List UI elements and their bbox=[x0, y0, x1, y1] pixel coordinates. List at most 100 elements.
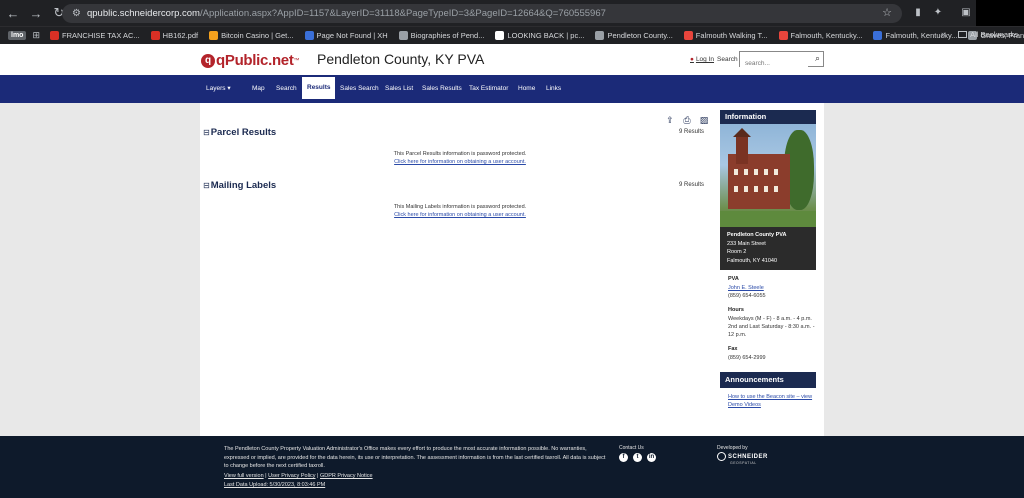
nav-sales-results[interactable]: Sales Results bbox=[422, 75, 462, 103]
bookmark-label: Falmouth Walking T... bbox=[695, 31, 768, 40]
bookmark-item[interactable]: Falmouth Walking T... bbox=[683, 31, 768, 40]
bookmark-lmo[interactable]: lmo bbox=[8, 31, 27, 40]
announcements-heading: Announcements bbox=[720, 372, 816, 388]
parcel-results-count: 9 Results bbox=[679, 129, 705, 135]
address-line: Falmouth, KY 41040 bbox=[727, 257, 778, 264]
parcel-account-link[interactable]: Click here for information on obtaining … bbox=[200, 159, 720, 165]
user-icon: ● bbox=[690, 56, 694, 63]
bookmark-label: HB162.pdf bbox=[162, 31, 199, 40]
mailing-protected-text: This Mailing Labels information is passw… bbox=[393, 204, 527, 210]
bookmark-favicon-icon bbox=[683, 31, 693, 40]
bookmark-favicon-icon bbox=[304, 31, 314, 40]
profile-area bbox=[976, 0, 1024, 26]
office-name: Pendleton County PVA bbox=[727, 232, 787, 238]
bookmark-item[interactable]: Falmouth, Kentucky... bbox=[778, 31, 862, 40]
nav-search[interactable]: Search bbox=[276, 75, 297, 103]
logo-text: qPublic.net bbox=[216, 52, 294, 69]
parcel-results-heading[interactable]: ⊟Parcel Results bbox=[203, 127, 276, 138]
all-bookmarks[interactable]: All Bookmarks bbox=[958, 30, 1018, 39]
bookmark-label: Biographies of Pend... bbox=[410, 31, 485, 40]
bookmark-item[interactable]: LOOKING BACK | pc... bbox=[495, 31, 584, 40]
hours-label: Hours bbox=[728, 307, 744, 313]
extensions-puzzle-icon[interactable]: ✦ bbox=[930, 5, 946, 21]
site-footer: The Pendleton County Property Valuation … bbox=[0, 436, 1024, 498]
search-box: ⌕ bbox=[739, 51, 824, 71]
bookmark-favicon-icon bbox=[595, 31, 605, 40]
bookmark-item[interactable]: Bitcoin Casino | Get... bbox=[209, 31, 294, 40]
qpublic-logo[interactable]: q qPublic.net ™ bbox=[201, 52, 300, 69]
gdpr-link[interactable]: GDPR Privacy Notice bbox=[320, 473, 373, 479]
contact-us-label: Contact Us bbox=[619, 445, 644, 451]
address-bar[interactable]: ⚙ qpublic.schneidercorp.com/Application.… bbox=[62, 4, 902, 23]
address-line: Room 2 bbox=[727, 249, 747, 255]
schneider-sub: GEOSPATIAL bbox=[730, 461, 757, 465]
collapse-icon[interactable]: ⊟ bbox=[203, 181, 210, 190]
window bbox=[744, 186, 748, 192]
linkedin-icon[interactable]: in bbox=[647, 453, 656, 462]
forward-icon[interactable]: → bbox=[26, 3, 46, 23]
bookmark-item[interactable]: Biographies of Pend... bbox=[398, 31, 485, 40]
nav-home[interactable]: Home bbox=[518, 75, 535, 103]
address-line: 233 Main Street bbox=[727, 240, 766, 247]
nav-sales-search[interactable]: Sales Search bbox=[340, 75, 379, 103]
user-privacy-link[interactable]: User Privacy Policy bbox=[268, 473, 315, 479]
site-header: q qPublic.net ™ Pendleton County, KY PVA… bbox=[0, 44, 1024, 75]
schneider-name: SCHNEIDER bbox=[728, 453, 768, 460]
nav-links[interactable]: Links bbox=[546, 75, 561, 103]
view-full-version-link[interactable]: View full version bbox=[224, 473, 264, 479]
apps-grid-icon[interactable]: ⊞ bbox=[32, 30, 40, 41]
sidepanel-icon[interactable]: ▣ bbox=[958, 5, 974, 21]
last-upload[interactable]: Last Data Upload: 5/30/2023, 8:03:46 PM bbox=[224, 482, 325, 488]
schneider-logo[interactable]: SCHNEIDER bbox=[717, 452, 768, 461]
hours-text: Weekdays (M - F) - 8 a.m. - 4 p.m. 2nd a… bbox=[728, 316, 815, 338]
window bbox=[754, 169, 758, 175]
fax-label: Fax bbox=[728, 346, 738, 352]
bookmark-item[interactable]: Page Not Found | XH bbox=[304, 31, 388, 40]
url-text: qpublic.schneidercorp.com/Application.as… bbox=[86, 8, 606, 19]
bookmark-item[interactable]: FRANCHISE TAX AC... bbox=[50, 31, 140, 40]
mailing-labels-heading[interactable]: ⊟Mailing Labels bbox=[203, 180, 276, 191]
bookmark-item[interactable]: Pendleton County... bbox=[595, 31, 673, 40]
search-input[interactable] bbox=[740, 56, 808, 71]
footer-disclaimer: The Pendleton County Property Valuation … bbox=[224, 446, 606, 469]
qpublic-logo-icon: q bbox=[201, 53, 215, 68]
pva-label: PVA bbox=[728, 276, 739, 282]
nav-results[interactable]: Results bbox=[302, 77, 336, 99]
extension-icon[interactable]: ▮ bbox=[910, 5, 926, 21]
bookmark-favicon-icon bbox=[778, 31, 788, 40]
nav-sales-list[interactable]: Sales List bbox=[385, 75, 413, 103]
window bbox=[734, 169, 738, 175]
bookmark-item[interactable]: HB162.pdf bbox=[150, 31, 199, 40]
share-icon[interactable]: ⇪ bbox=[665, 115, 675, 125]
image-icon[interactable]: ▨ bbox=[699, 115, 709, 125]
mailing-results-count: 9 Results bbox=[679, 182, 705, 188]
facebook-icon[interactable]: f bbox=[619, 453, 628, 462]
bookmark-favicon-icon bbox=[873, 31, 883, 40]
logo-tm: ™ bbox=[293, 57, 300, 64]
bookmark-label: Bitcoin Casino | Get... bbox=[221, 31, 294, 40]
bookmark-star-icon[interactable]: ☆ bbox=[882, 6, 892, 19]
window bbox=[774, 186, 778, 192]
mailing-account-link[interactable]: Click here for information on obtaining … bbox=[200, 212, 720, 218]
more-bookmarks-icon[interactable]: » bbox=[941, 29, 946, 39]
browser-toolbar: ← → ↻ ⚙ qpublic.schneidercorp.com/Applic… bbox=[0, 0, 1024, 26]
main-nav: Layers ▾ Map Search Results Sales Search… bbox=[0, 75, 1024, 103]
search-icon[interactable]: ⌕ bbox=[815, 53, 820, 64]
separator: | bbox=[317, 473, 319, 479]
bookmark-favicon-icon bbox=[398, 31, 408, 40]
announcement-link[interactable]: How to use the Beacon site – view Demo V… bbox=[728, 393, 818, 409]
nav-layers[interactable]: Layers ▾ bbox=[206, 75, 231, 103]
office-address: Pendleton County PVA 233 Main Street Roo… bbox=[720, 227, 816, 270]
back-icon[interactable]: ← bbox=[3, 3, 23, 23]
roof bbox=[733, 128, 751, 137]
bookmark-favicon-icon bbox=[150, 31, 160, 40]
print-icon[interactable]: ⎙ bbox=[682, 115, 692, 125]
site-info-icon[interactable]: ⚙ bbox=[72, 8, 81, 19]
collapse-icon[interactable]: ⊟ bbox=[203, 128, 210, 137]
twitter-icon[interactable]: t bbox=[633, 453, 642, 462]
login-link[interactable]: ● Log In bbox=[690, 56, 714, 63]
nav-tax-estimator[interactable]: Tax Estimator bbox=[469, 75, 508, 103]
bookmark-list: FRANCHISE TAX AC... HB162.pdf Bitcoin Casi… bbox=[50, 31, 1024, 40]
nav-map[interactable]: Map bbox=[252, 75, 265, 103]
pva-name[interactable]: John E. Steele bbox=[728, 284, 818, 292]
